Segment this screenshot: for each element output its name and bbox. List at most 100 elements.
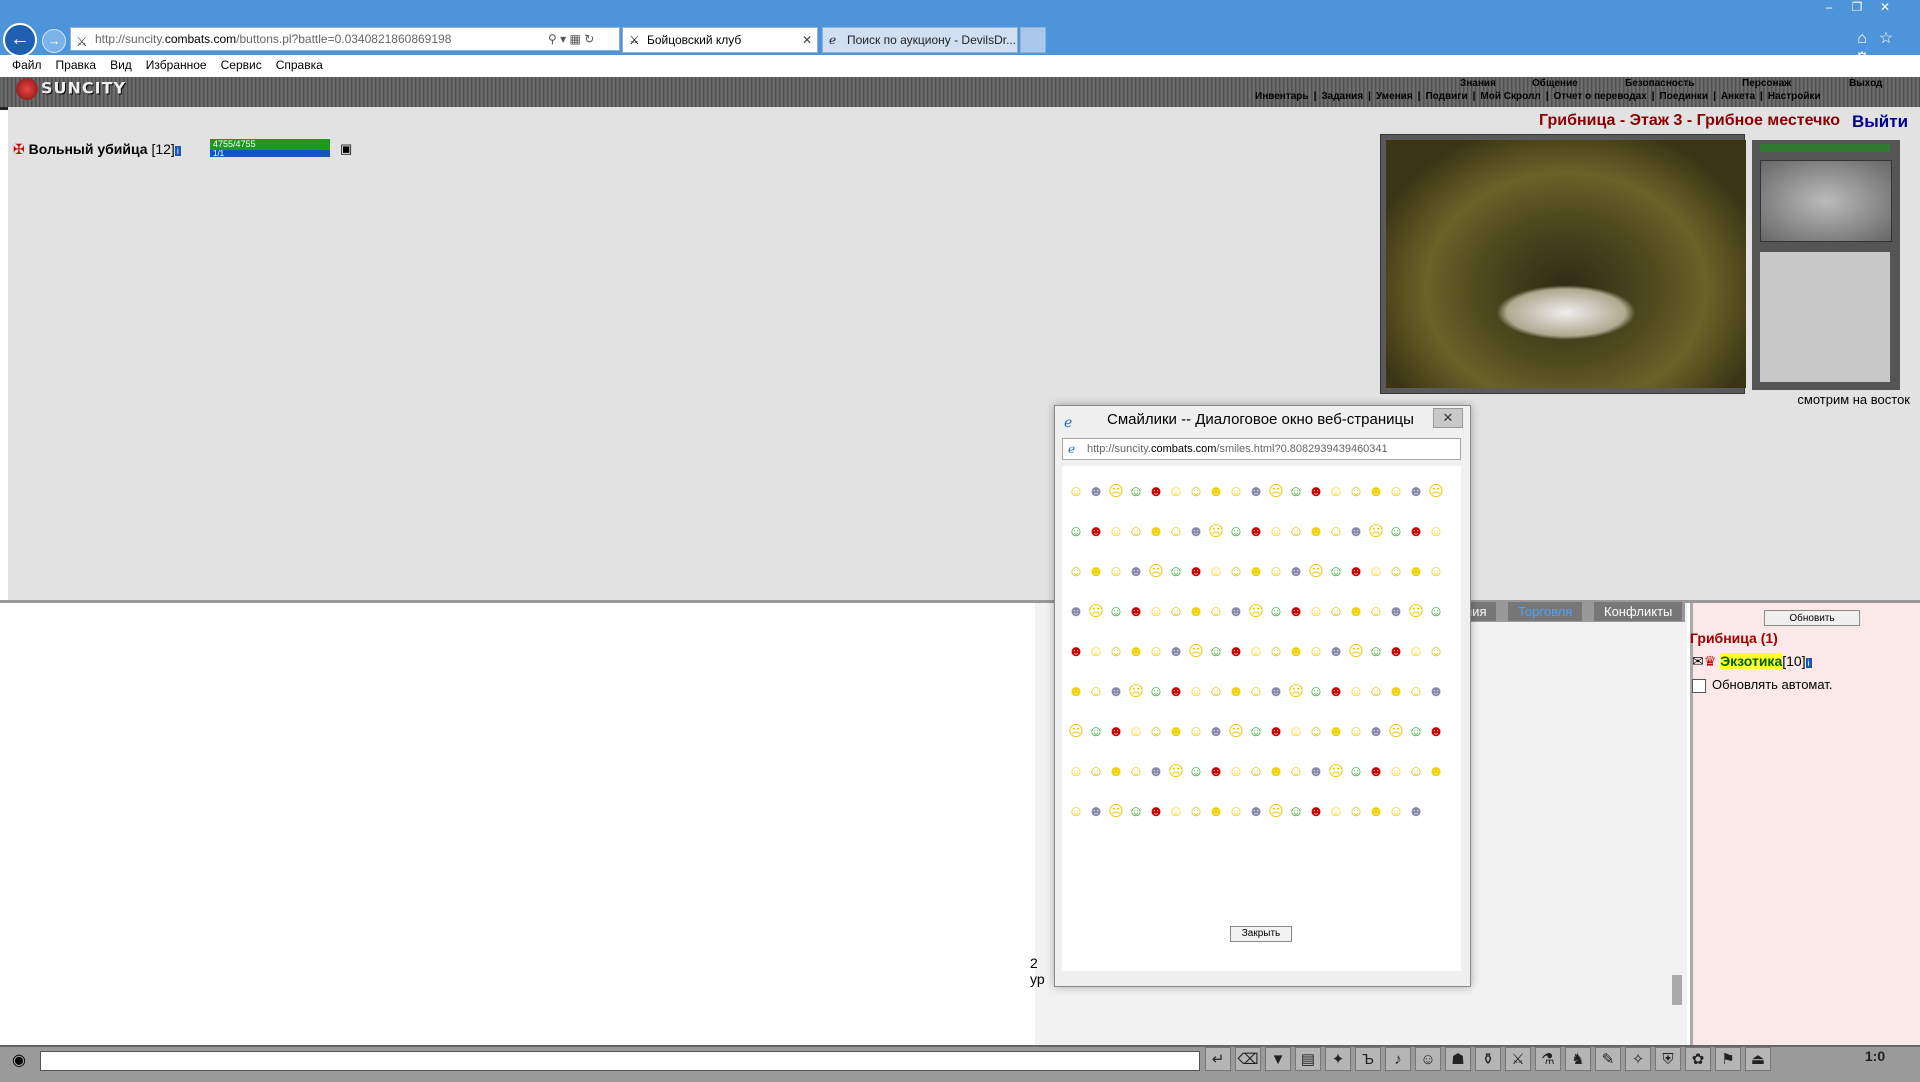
smiley-icon[interactable]: ☻ xyxy=(1066,632,1086,672)
menu-tools[interactable]: Сервис xyxy=(221,55,262,75)
send-icon[interactable]: ↵ xyxy=(1205,1047,1231,1071)
smiley-icon[interactable]: ☻ xyxy=(1406,512,1426,552)
search-icon[interactable]: ⚲ xyxy=(548,32,557,46)
smiley-icon[interactable]: ☺ xyxy=(1286,512,1306,552)
smiley-icon[interactable]: ☹ xyxy=(1146,552,1166,592)
menu-security[interactable]: Безопасность xyxy=(1625,78,1694,89)
filter-icon[interactable]: ▼ xyxy=(1265,1047,1291,1071)
auto-update-option[interactable]: Обновлять автомат. xyxy=(1692,677,1920,695)
smiley-icon[interactable]: ☻ xyxy=(1086,552,1106,592)
smiley-icon[interactable]: ☹ xyxy=(1126,672,1146,712)
smiley-icon[interactable]: ☺ xyxy=(1346,712,1366,752)
smiley-icon[interactable]: ☺ xyxy=(1246,752,1266,792)
smiley-icon[interactable]: ☻ xyxy=(1086,512,1106,552)
smiley-icon[interactable]: ☺ xyxy=(1126,512,1146,552)
submenu-inventory[interactable]: Инвентарь xyxy=(1255,91,1309,102)
smiley-icon[interactable]: ☻ xyxy=(1286,552,1306,592)
smiley-icon[interactable]: ☺ xyxy=(1066,512,1086,552)
smiley-icon[interactable]: ☻ xyxy=(1086,792,1106,832)
smiley-icon[interactable]: ☹ xyxy=(1346,632,1366,672)
forward-button[interactable]: → xyxy=(42,29,66,53)
smiley-icon[interactable]: ☺ xyxy=(1246,672,1266,712)
smiley-icon[interactable]: ☹ xyxy=(1086,592,1106,632)
smiley-icon[interactable]: ☺ xyxy=(1206,552,1226,592)
compass-controls[interactable] xyxy=(1760,160,1892,242)
chat-input[interactable] xyxy=(40,1051,1200,1071)
smiley-icon[interactable]: ☺ xyxy=(1326,592,1346,632)
user-nick[interactable]: Экзотика xyxy=(1720,653,1783,669)
smiley-icon[interactable]: ☻ xyxy=(1386,632,1406,672)
smiley-icon[interactable]: ☻ xyxy=(1406,552,1426,592)
smiley-icon[interactable]: ☺ xyxy=(1206,592,1226,632)
submenu-settings[interactable]: Настройки xyxy=(1768,91,1821,102)
smiley-icon[interactable]: ☺ xyxy=(1146,712,1166,752)
smiley-icon[interactable]: ☻ xyxy=(1066,672,1086,712)
smiley-icon[interactable]: ☻ xyxy=(1206,472,1226,512)
smiley-icon[interactable]: ☺ xyxy=(1426,552,1446,592)
user-row[interactable]: ✉♛ Экзотика[10] i xyxy=(1692,653,1920,671)
submenu-fights[interactable]: Поединки xyxy=(1660,91,1709,102)
smiley-icon[interactable]: ☻ xyxy=(1066,592,1086,632)
smiley-icon[interactable]: ☺ xyxy=(1126,472,1146,512)
smiley-icon[interactable]: ☻ xyxy=(1286,632,1306,672)
smiley-icon[interactable]: ☺ xyxy=(1386,512,1406,552)
smiley-icon[interactable]: ☺ xyxy=(1186,472,1206,512)
smiley-icon[interactable]: ☹ xyxy=(1326,752,1346,792)
auto-update-checkbox[interactable] xyxy=(1692,678,1706,693)
menu-exit[interactable]: Выход xyxy=(1849,78,1882,89)
smiley-icon[interactable]: ☺ xyxy=(1326,512,1346,552)
smiley-icon[interactable]: ☺ xyxy=(1226,792,1246,832)
smiley-icon[interactable]: ☺ xyxy=(1066,752,1086,792)
menu-communication[interactable]: Общение xyxy=(1532,78,1578,89)
smiley-icon[interactable]: ☻ xyxy=(1366,752,1386,792)
tab-auction[interactable]: ℯ Поиск по аукциону - DevilsDr... xyxy=(822,27,1018,53)
smiley-icon[interactable]: ☺ xyxy=(1186,712,1206,752)
smiley-icon[interactable]: ☻ xyxy=(1126,592,1146,632)
smiley-icon[interactable]: ☺ xyxy=(1346,752,1366,792)
smiley-icon[interactable]: ☻ xyxy=(1326,712,1346,752)
smiley-icon[interactable]: ☺ xyxy=(1426,592,1446,632)
scroll-icon[interactable]: ▣ xyxy=(340,141,354,157)
game-logo[interactable]: SUNCITY xyxy=(16,78,136,104)
smiley-icon[interactable]: ☻ xyxy=(1146,752,1166,792)
users-icon[interactable]: ☗ xyxy=(1445,1047,1471,1071)
smiley-icon[interactable]: ☺ xyxy=(1226,512,1246,552)
eraser-icon[interactable]: ⌫ xyxy=(1235,1047,1261,1071)
smiley-icon[interactable]: ☺ xyxy=(1186,752,1206,792)
menu-view[interactable]: Вид xyxy=(110,55,132,75)
smiley-icon[interactable]: ☺ xyxy=(1086,752,1106,792)
smiley-icon[interactable]: ☻ xyxy=(1146,512,1166,552)
smiley-icon[interactable]: ☻ xyxy=(1106,712,1126,752)
smiley-icon[interactable]: ☻ xyxy=(1246,512,1266,552)
smiley-icon[interactable]: ☺ xyxy=(1166,512,1186,552)
smiley-icon[interactable]: ☺ xyxy=(1106,592,1126,632)
smiley-icon[interactable]: ☺ xyxy=(1166,552,1186,592)
dialog-close-button[interactable]: ✕ xyxy=(1433,408,1463,428)
smiley-icon[interactable]: ☹ xyxy=(1406,592,1426,632)
smiley-icon[interactable]: ☻ xyxy=(1146,472,1166,512)
smiley-icon[interactable]: ☻ xyxy=(1326,632,1346,672)
smiley-icon[interactable]: ☺ xyxy=(1366,672,1386,712)
exit-icon[interactable]: ⏏ xyxy=(1745,1047,1771,1071)
smiley-icon[interactable]: ☺ xyxy=(1266,632,1286,672)
smiley-icon[interactable]: ☹ xyxy=(1306,552,1326,592)
smiley-icon[interactable]: ☺ xyxy=(1386,472,1406,512)
bird-icon[interactable]: ⚑ xyxy=(1715,1047,1741,1071)
magic-icon[interactable]: ✧ xyxy=(1625,1047,1651,1071)
submenu-skills[interactable]: Умения xyxy=(1376,91,1413,102)
smiley-icon[interactable]: ☻ xyxy=(1106,752,1126,792)
new-tab-button[interactable] xyxy=(1020,27,1046,53)
smiley-icon[interactable]: ☺ xyxy=(1066,472,1086,512)
smiley-icon[interactable]: ☺ xyxy=(1306,672,1326,712)
smiley-icon[interactable]: ☹ xyxy=(1426,472,1446,512)
chat-scrollbar[interactable] xyxy=(1670,620,1684,1030)
info-icon[interactable]: i xyxy=(1805,658,1812,668)
smiley-icon[interactable]: ☺ xyxy=(1126,712,1146,752)
smiley-icon[interactable]: ☻ xyxy=(1266,672,1286,712)
smiley-icon[interactable]: ☻ xyxy=(1126,552,1146,592)
smiley-icon[interactable]: ☺ xyxy=(1346,472,1366,512)
smiley-icon[interactable]: ☺ xyxy=(1286,472,1306,512)
smiley-icon[interactable]: ☻ xyxy=(1146,792,1166,832)
menu-edit[interactable]: Правка xyxy=(56,55,97,75)
chat-mode-icon[interactable]: ◉ xyxy=(12,1050,36,1072)
